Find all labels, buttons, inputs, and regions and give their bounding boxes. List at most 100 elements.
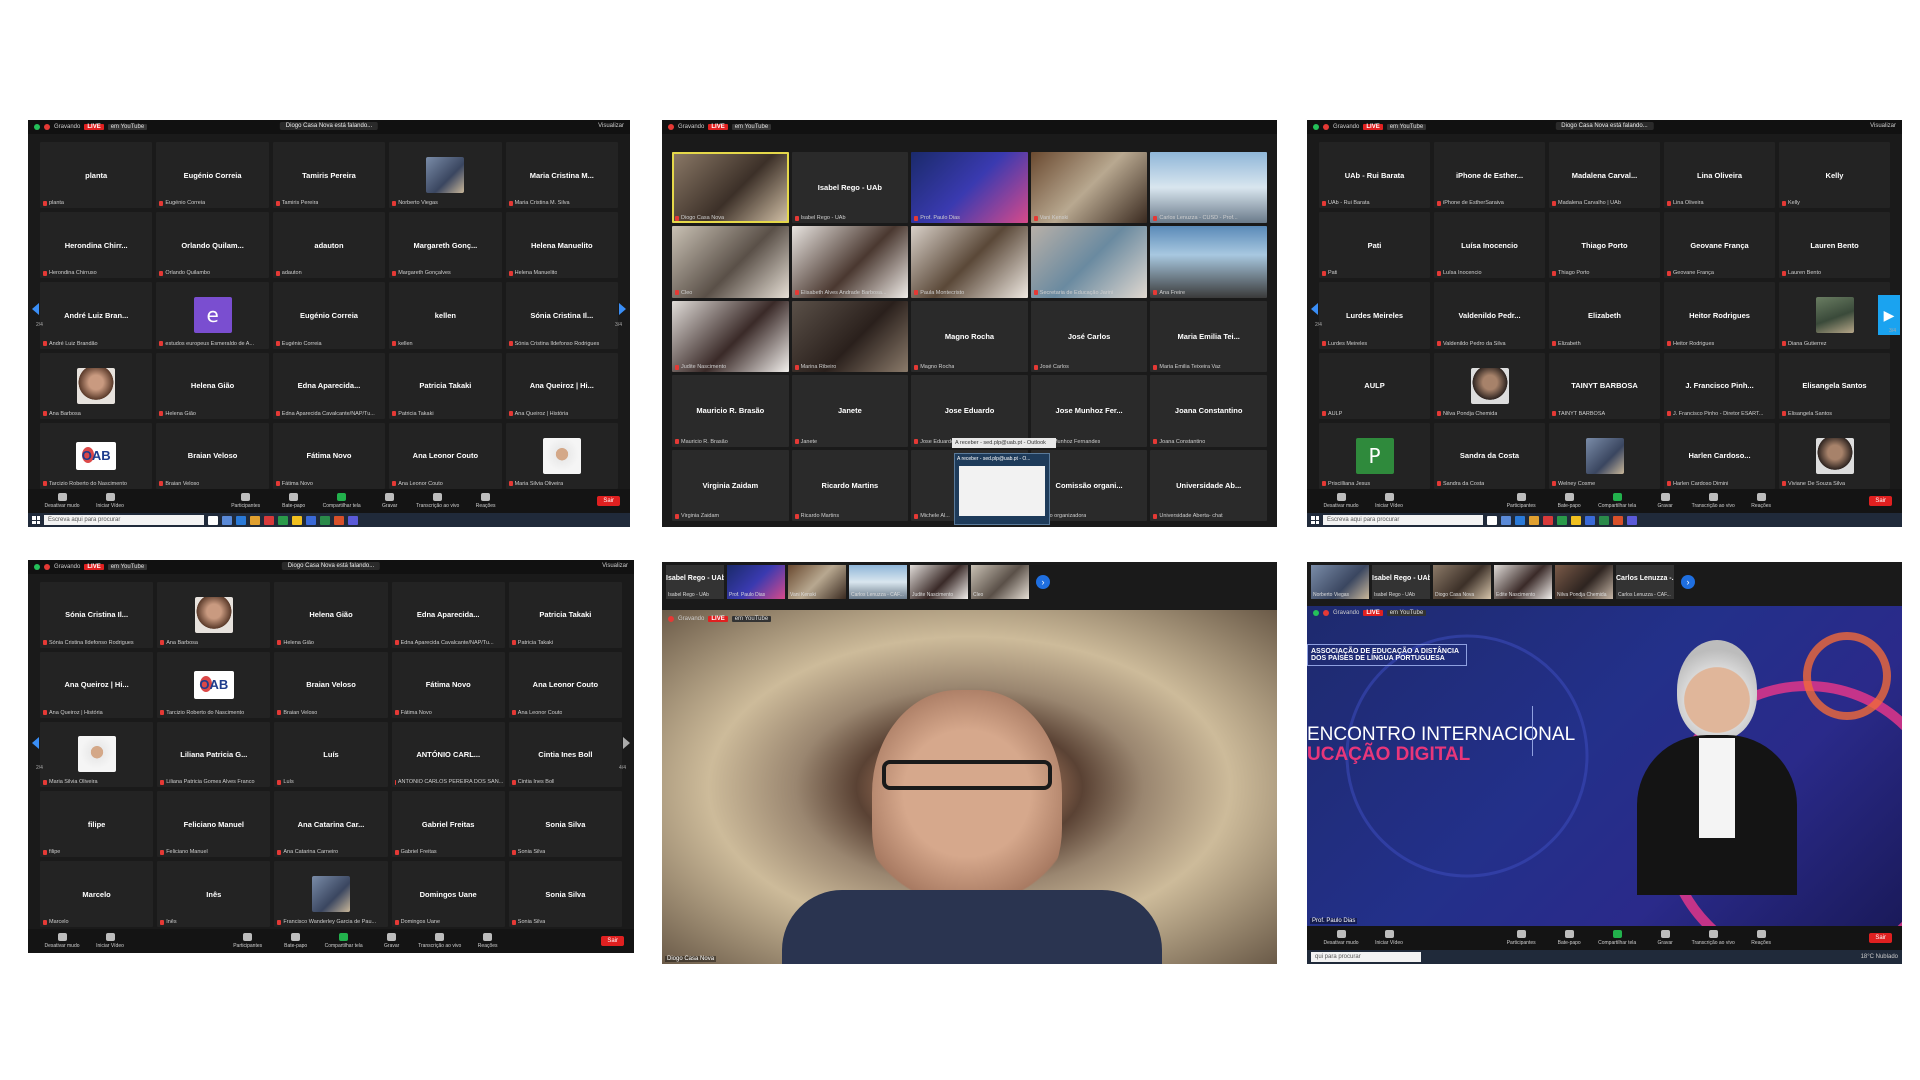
edge-icon[interactable]	[1515, 515, 1525, 525]
strip-thumbnail[interactable]: Prof. Paulo Dias	[727, 565, 785, 599]
participant-tile[interactable]: Braian Veloso Braian Veloso	[156, 422, 269, 489]
participant-tile[interactable]: e estudos europeus Esmeraldo de A...	[156, 282, 269, 349]
participant-tile[interactable]: ANTÓNIO CARL... ANTÓNIO CARLOS PEREIRA DO…	[391, 721, 505, 788]
participant-tile[interactable]: Liliana Patricia G... Liliana Patricia Go…	[157, 721, 271, 788]
participant-tile[interactable]: Ana Leonor Couto Ana Leonor Couto	[508, 651, 622, 718]
video-tile[interactable]: Jose Eduardo Jose Eduardo	[911, 375, 1028, 447]
participant-tile[interactable]: Margareth Gonç... Margareth Gonçalves	[389, 212, 502, 279]
taskbar-search-input[interactable]: qui para procurar	[1311, 952, 1421, 962]
leave-button[interactable]: Sair	[1869, 496, 1893, 506]
windows-start-icon[interactable]	[1311, 516, 1319, 524]
video-tile[interactable]: Maria Emilia Tei... Maria Emilia Teixeira…	[1150, 300, 1267, 373]
strip-thumbnail[interactable]: Vani Kenski	[788, 565, 846, 599]
folder-icon[interactable]	[1571, 515, 1581, 525]
participant-tile[interactable]: Braian Veloso Braian Veloso	[274, 651, 388, 718]
live-badge[interactable]: LIVE	[708, 124, 728, 130]
live-badge[interactable]: LIVE	[1363, 610, 1383, 616]
toolbar-button[interactable]: Reações	[1737, 930, 1785, 946]
participant-tile[interactable]: Orlando Quilam... Orlando Quilambo	[156, 212, 269, 279]
edge-icon[interactable]	[236, 515, 246, 525]
participant-tile[interactable]: Helena Gião Helena Gião	[274, 582, 388, 648]
weather-widget[interactable]: 18°C Nublado	[1861, 954, 1898, 960]
view-button[interactable]: Visualizar	[598, 123, 624, 129]
toolbar-button[interactable]: Participantes	[1497, 493, 1545, 509]
participant-tile[interactable]: UAb - Rui Barata UAb - Rui Barata	[1319, 142, 1430, 209]
strip-thumbnail[interactable]: Judite Nascimento	[910, 565, 968, 599]
prev-page-icon[interactable]	[32, 736, 39, 749]
toolbar-button[interactable]: Compartilhar tela	[1593, 930, 1641, 946]
video-tile[interactable]: Ana Freire	[1150, 226, 1267, 298]
participant-tile[interactable]: Luís Luís	[274, 721, 388, 788]
toolbar-button[interactable]: Desativar mudo	[38, 493, 86, 509]
video-tile[interactable]: Prof. Paulo Dias	[911, 152, 1028, 224]
participant-tile[interactable]: Ana Catarina Car... Ana Catarina Carneiro	[274, 791, 388, 858]
participant-tile[interactable]: Patricia Takaki Patricia Takaki	[508, 582, 622, 648]
view-button[interactable]: Visualizar	[602, 563, 628, 569]
participant-tile[interactable]: Helena Gião Helena Gião	[156, 352, 269, 419]
prev-page-icon[interactable]	[32, 303, 39, 316]
toolbar-button[interactable]: Participantes	[222, 493, 270, 509]
video-tile[interactable]: Carlos Lenuzza - CUSD - Prof...	[1150, 152, 1267, 224]
participant-tile[interactable]: Eugénio Correia Eugénio Correia	[272, 282, 386, 349]
participant-tile[interactable]: Maria Silvia Oliveira	[505, 422, 618, 489]
participant-tile[interactable]: planta planta	[40, 142, 153, 209]
video-tile[interactable]: Cleo	[672, 226, 789, 298]
participant-tile[interactable]: Madalena Carval... Madalena Carvalho | UA…	[1549, 142, 1660, 209]
toolbar-button[interactable]: Gravar	[1641, 493, 1689, 509]
youtube-stream-dropdown[interactable]: em YouTube	[1386, 610, 1427, 616]
file-explorer-icon[interactable]	[1529, 515, 1539, 525]
participant-tile[interactable]: Heitor Rodrigues Heitor Rodrigues	[1664, 282, 1775, 349]
toolbar-button[interactable]: Participantes	[1497, 930, 1545, 946]
participant-tile[interactable]: Harlen Cardoso... Harlen Cardoso Dimini	[1664, 422, 1775, 489]
participant-tile[interactable]: Eugénio Correia Eugénio Correia	[156, 142, 269, 209]
word-icon[interactable]	[1585, 515, 1595, 525]
participant-tile[interactable]: Inês Inês	[157, 861, 271, 927]
zoom-icon[interactable]	[1627, 515, 1637, 525]
participant-tile[interactable]: Sónia Cristina Il... Sónia Cristina Ildef…	[40, 582, 154, 648]
participant-tile[interactable]: Maria Silvia Oliveira	[40, 721, 154, 788]
taskbar-search-input[interactable]: Escreva aqui para procurar	[44, 515, 204, 525]
strip-thumbnail[interactable]: Diogo Casa Nova	[1433, 565, 1491, 599]
participant-tile[interactable]: Thiago Porto Thiago Porto	[1549, 212, 1660, 279]
strip-thumbnail[interactable]: Norberto Viegas	[1311, 565, 1369, 599]
participant-tile[interactable]: Maria Cristina M... Maria Cristina M. Sil…	[505, 142, 618, 209]
participant-tile[interactable]: Ana Queiroz | Hi... Ana Queiroz | Históri…	[505, 352, 618, 419]
toolbar-button[interactable]: Reações	[1737, 493, 1785, 509]
toolbar-button[interactable]: Iniciar Vídeo	[1365, 930, 1413, 946]
prev-page-icon[interactable]	[1311, 303, 1318, 316]
video-tile[interactable]: Isabel Rego - UAb Isabel Rego - UAb	[791, 152, 909, 224]
strip-thumbnail[interactable]: Cleo	[971, 565, 1029, 599]
participant-tile[interactable]: Pati Pati	[1319, 212, 1430, 279]
participant-tile[interactable]: iPhone de Esther... iPhone de EstherSarai…	[1434, 142, 1545, 209]
toolbar-button[interactable]: Participantes	[224, 933, 272, 949]
leave-button[interactable]: Sair	[597, 496, 621, 506]
video-tile[interactable]: Paula Montecristo	[911, 226, 1028, 298]
participant-tile[interactable]: Elizabeth Elizabeth	[1549, 282, 1660, 349]
participant-tile[interactable]: Ana Queiroz | Hi... Ana Queiroz | Históri…	[40, 651, 154, 718]
participant-tile[interactable]: filipe filipe	[40, 791, 154, 858]
participant-tile[interactable]: Lurdes Meireles Lurdes Meireles	[1319, 282, 1430, 349]
task-view-icon[interactable]	[1487, 515, 1497, 525]
participant-tile[interactable]: André Luiz Bran... André Luiz Brandão	[40, 282, 153, 349]
teams-icon[interactable]	[320, 515, 330, 525]
strip-thumbnail[interactable]: Nilva Pondja Chemida	[1555, 565, 1613, 599]
video-tile[interactable]: Magno Rocha Magno Rocha	[911, 300, 1028, 373]
participant-tile[interactable]: OAB Tarcizio Roberto do Nascimento	[157, 651, 271, 718]
teams-icon[interactable]	[1599, 515, 1609, 525]
leave-button[interactable]: Sair	[1869, 933, 1893, 943]
participant-tile[interactable]: kellen kellen	[389, 282, 502, 349]
video-tile[interactable]: José Carlos José Carlos	[1030, 300, 1148, 373]
toolbar-button[interactable]: Bate-papo	[1545, 493, 1593, 509]
toolbar-button[interactable]: Transcrição ao vivo	[1689, 930, 1737, 946]
toolbar-button[interactable]: Reações	[462, 493, 510, 509]
powerpoint-icon[interactable]	[1613, 515, 1623, 525]
participant-tile[interactable]: Diana Gutierrez	[1779, 282, 1890, 349]
strip-thumbnail[interactable]: Isabel Rego - UAb Isabel Rego - UAb	[1372, 565, 1430, 599]
live-badge[interactable]: LIVE	[1363, 124, 1383, 130]
participant-tile[interactable]: Luísa Inocencio Luísa Inocencio	[1434, 212, 1545, 279]
excel-icon[interactable]	[278, 515, 288, 525]
file-explorer-icon[interactable]	[250, 515, 260, 525]
video-tile[interactable]: Diogo Casa Nova	[672, 152, 789, 224]
live-badge[interactable]: LIVE	[708, 616, 728, 622]
participant-tile[interactable]: Gabriel Freitas Gabriel Freitas	[391, 791, 505, 858]
